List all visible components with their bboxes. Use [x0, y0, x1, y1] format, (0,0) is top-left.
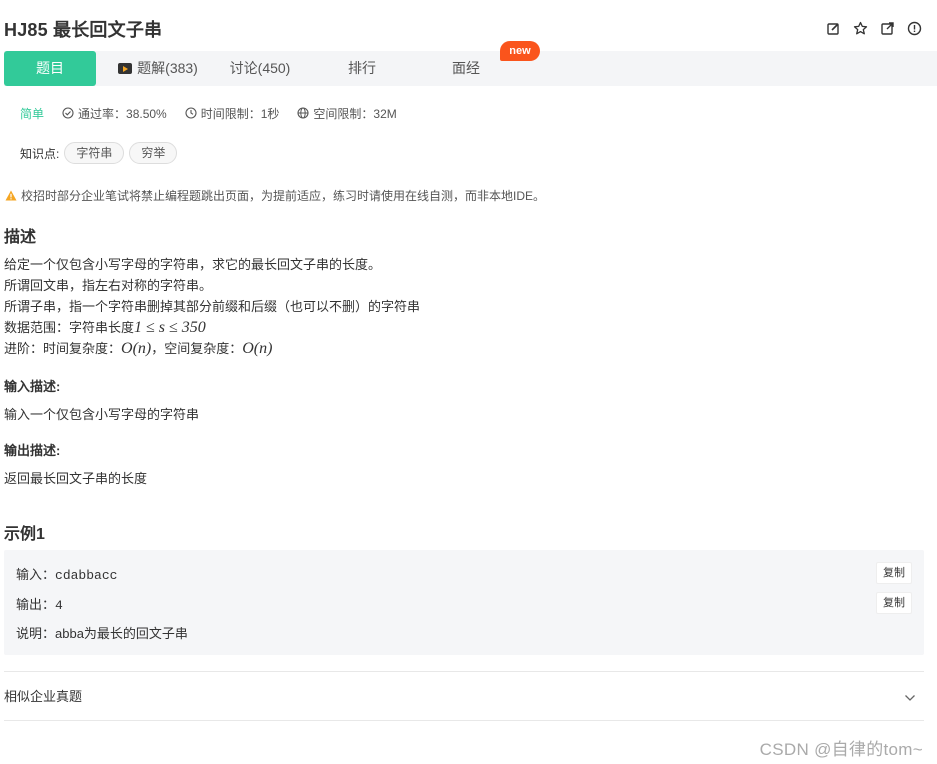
pass-rate-text: 通过率：38.50% [78, 106, 167, 121]
tag-chip[interactable]: 穷举 [129, 142, 178, 164]
tab-discussion[interactable]: 讨论(450) [214, 51, 306, 86]
example-output-value: 4 [55, 598, 63, 613]
problem-meta: 简单 通过率：38.50% 时间限制：1秒 空间限制：32M [20, 105, 415, 121]
description-line: 给定一个仅包含小写字母的字符串，求它的最长回文子串的长度。 [4, 257, 382, 272]
copy-input-button[interactable]: 复制 [876, 562, 912, 584]
knowledge-points: 知识点: 字符串 穷举 [20, 142, 178, 164]
tab-ranking[interactable]: 排行 [316, 51, 408, 86]
description-heading: 描述 [4, 229, 37, 246]
time-limit: 时间限制：1秒 [185, 105, 280, 122]
example-explain-value: abba为最长的回文子串 [55, 626, 188, 641]
new-badge: new [500, 41, 540, 61]
example-explain: 说明：abba为最长的回文子串 [16, 623, 188, 642]
tab-solutions[interactable]: 题解(383) [112, 51, 204, 86]
difficulty-label: 简单 [20, 106, 45, 121]
example-input-label: 输入： [16, 567, 56, 582]
divider [4, 671, 924, 672]
edit-icon[interactable] [826, 21, 841, 36]
space-limit: 空间限制：32M [297, 105, 397, 122]
knowledge-label: 知识点: [20, 146, 60, 161]
advanced-line: 进阶：时间复杂度：O(n)，空间复杂度：O(n) [4, 338, 420, 359]
tab-solutions-label: 题解(383) [137, 60, 198, 76]
data-range-label: 数据范围：字符串长度 [4, 320, 135, 335]
input-desc-heading: 输入描述: [4, 379, 61, 394]
data-range-math: 1 ≤ s ≤ 350 [134, 319, 206, 336]
example-explain-label: 说明： [16, 626, 56, 641]
copy-output-button[interactable]: 复制 [876, 592, 912, 614]
example-output-label: 输出： [16, 597, 56, 612]
watermark: CSDN @自律的tom~ [759, 740, 923, 759]
example-box: 输入：cdabbacc 复制 输出：4 复制 说明：abba为最长的回文子串 [4, 550, 924, 655]
example-input-value: cdabbacc [55, 568, 118, 583]
divider [4, 720, 924, 721]
share-icon[interactable] [880, 21, 895, 36]
example-heading: 示例1 [4, 526, 45, 543]
example-input: 输入：cdabbacc [16, 564, 117, 583]
problem-header: HJ85 最长回文子串 [4, 17, 930, 43]
space-limit-text: 空间限制：32M [313, 106, 397, 121]
description-line: 所谓回文串，指左右对称的字符串。 [4, 278, 213, 293]
globe-icon [297, 107, 309, 119]
output-desc-heading: 输出描述: [4, 443, 61, 458]
input-desc-text: 输入一个仅包含小写字母的字符串 [4, 407, 200, 422]
check-circle-icon [62, 107, 74, 119]
page-title: HJ85 最长回文子串 [4, 20, 163, 40]
video-icon [118, 63, 133, 74]
time-limit-text: 时间限制：1秒 [200, 106, 280, 121]
warning-text: 校招时部分企业笔试将禁止编程题跳出页面，为提前适应，练习时请使用在线自测，而非本… [21, 189, 546, 203]
description-body: 给定一个仅包含小写字母的字符串，求它的最长回文子串的长度。 所谓回文串，指左右对… [4, 254, 420, 359]
data-range-line: 数据范围：字符串长度1 ≤ s ≤ 350 [4, 317, 420, 338]
tab-bar: 题目 题解(383) 讨论(450) 排行 面经 [4, 51, 937, 86]
tab-interview[interactable]: 面经 [420, 51, 512, 86]
tab-problem[interactable]: 题目 [4, 51, 96, 86]
warning-icon [5, 190, 17, 201]
chevron-down-icon[interactable] [904, 690, 916, 705]
star-icon[interactable] [853, 21, 868, 36]
description-line: 所谓子串，指一个字符串删掉其部分前缀和后缀（也可以不删）的字符串 [4, 299, 421, 314]
advanced-label: 进阶：时间复杂度： [4, 341, 122, 356]
warning-notice: 校招时部分企业笔试将禁止编程题跳出页面，为提前适应，练习时请使用在线自测，而非本… [5, 187, 545, 204]
report-icon[interactable] [907, 21, 922, 36]
pass-rate: 通过率：38.50% [62, 105, 167, 122]
tag-chip[interactable]: 字符串 [64, 142, 125, 164]
example-output: 输出：4 [16, 594, 63, 613]
header-actions [826, 21, 922, 36]
time-complexity: O(n) [121, 340, 152, 357]
clock-icon [185, 107, 197, 119]
output-desc-text: 返回最长回文子串的长度 [4, 471, 148, 486]
similar-questions-toggle[interactable]: 相似企业真题 [4, 686, 82, 705]
space-complexity: O(n) [242, 340, 273, 357]
advanced-mid: ，空间复杂度： [151, 341, 243, 356]
